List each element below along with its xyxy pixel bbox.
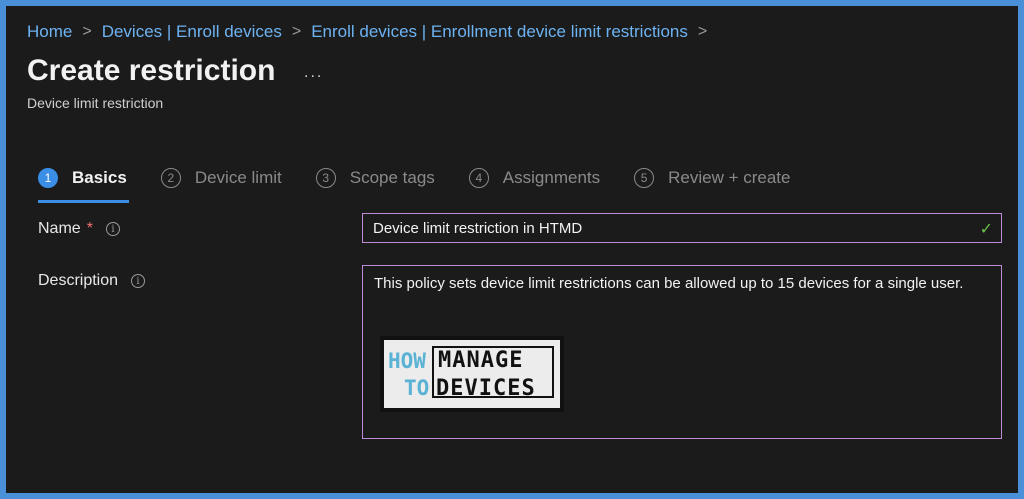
step-label: Scope tags	[349, 168, 435, 187]
step-label: Device limit	[194, 168, 282, 187]
tab-scope-tags[interactable]: 3 Scope tags	[315, 161, 435, 195]
step-label: Assignments	[502, 168, 601, 187]
breadcrumb-home[interactable]: Home	[27, 22, 72, 42]
name-input-value: Device limit restriction in HTMD	[373, 219, 583, 237]
tab-basics[interactable]: 1 Basics	[38, 161, 129, 203]
description-label: Description	[38, 272, 119, 289]
more-options-icon[interactable]: ...	[304, 64, 323, 82]
info-icon[interactable]: i	[131, 274, 146, 288]
step-number: 2	[160, 168, 181, 188]
step-number: 5	[634, 168, 655, 188]
wizard-steps: 1 Basics 2 Device limit 3 Scope tags 4 A…	[38, 161, 825, 203]
blade-panel: Home > Devices | Enroll devices > Enroll…	[6, 6, 1018, 493]
step-number: 3	[315, 168, 336, 188]
description-text: This policy sets device limit restrictio…	[374, 275, 964, 292]
name-label: Name	[38, 220, 81, 237]
breadcrumb: Home > Devices | Enroll devices > Enroll…	[27, 22, 717, 42]
chevron-right-icon: >	[697, 23, 708, 40]
required-asterisk: *	[86, 220, 93, 237]
breadcrumb-enroll-devices[interactable]: Devices | Enroll devices	[102, 22, 282, 42]
chevron-right-icon: >	[82, 23, 92, 40]
info-icon[interactable]: i	[105, 222, 120, 236]
description-label-row: Description i	[38, 272, 146, 290]
page-subtitle: Device limit restriction	[27, 95, 164, 111]
name-label-row: Name * i	[38, 220, 120, 238]
tab-review-create[interactable]: 5 Review + create	[634, 161, 791, 195]
chevron-right-icon: >	[291, 23, 302, 40]
step-number: 1	[38, 168, 58, 188]
page-title: Create restriction	[27, 54, 276, 87]
name-input[interactable]: Device limit restriction in HTMD ✓	[362, 213, 1002, 243]
description-textarea[interactable]: This policy sets device limit restrictio…	[362, 265, 1002, 439]
tab-device-limit[interactable]: 2 Device limit	[160, 161, 282, 195]
logo-text-how: HOW	[388, 349, 426, 373]
checkmark-icon: ✓	[979, 221, 993, 238]
step-label: Review + create	[668, 168, 791, 187]
step-number: 4	[468, 168, 489, 188]
logo-text-devices: DEVICES	[436, 376, 536, 401]
logo-text-to: TO	[404, 376, 430, 400]
htmd-logo-image: HOW TO MANAGE DEVICES	[380, 336, 564, 412]
tab-assignments[interactable]: 4 Assignments	[468, 161, 601, 195]
logo-text-manage: MANAGE	[438, 348, 524, 373]
step-label: Basics	[72, 168, 127, 187]
breadcrumb-device-limit-restrictions[interactable]: Enroll devices | Enrollment device limit…	[311, 22, 688, 42]
